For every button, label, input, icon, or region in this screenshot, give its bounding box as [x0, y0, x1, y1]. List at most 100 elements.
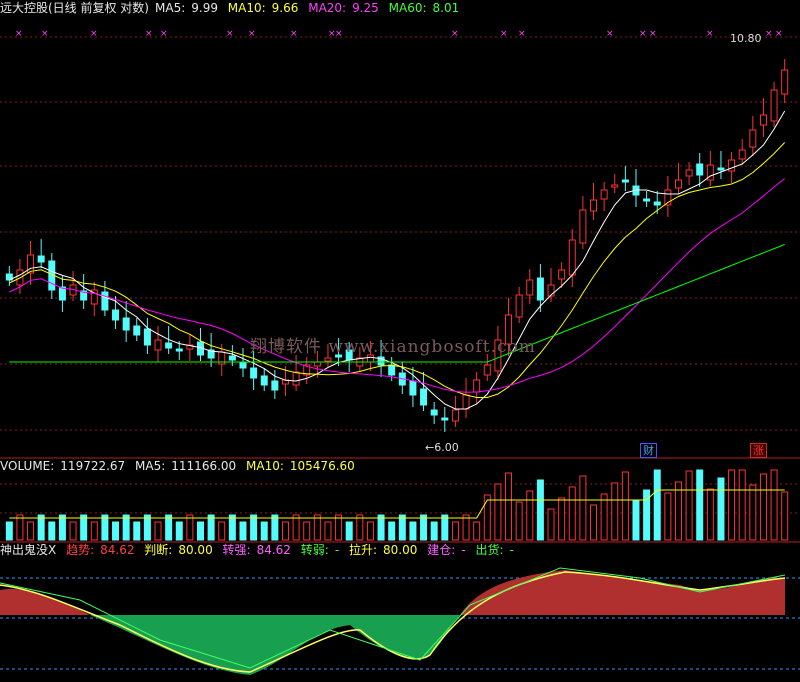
candle-body — [313, 361, 321, 367]
volume-bar — [324, 521, 332, 541]
candle-body — [37, 255, 45, 263]
volume-bar — [260, 521, 268, 541]
signal-x-marker: × — [290, 29, 298, 39]
volume-bar — [356, 514, 364, 541]
volume-bar — [717, 477, 725, 541]
signal-x-marker: × — [90, 29, 98, 39]
volume-bar — [600, 493, 608, 541]
volume-bar — [58, 514, 66, 541]
candle-body — [696, 163, 704, 176]
volume-bar — [335, 514, 343, 541]
volume-bar — [473, 521, 481, 541]
signal-x-marker: × — [500, 29, 508, 39]
candle-body — [558, 269, 566, 280]
volume-bar — [505, 472, 513, 541]
volume-bar — [250, 514, 258, 541]
finance-tag[interactable]: 财 — [640, 443, 657, 458]
volume-bar — [218, 521, 226, 541]
volume-bar — [621, 471, 629, 541]
candle-body — [175, 348, 183, 352]
candle-body — [515, 294, 523, 318]
candle-body — [271, 380, 279, 391]
price-legend: 远大控股(日线 前复权 对数) MA5: 9.99 MA10: 9.66 MA20: 9… — [0, 1, 465, 15]
volume-bar — [632, 500, 640, 541]
candle-body — [154, 339, 162, 351]
signal-x-marker: × — [649, 29, 657, 39]
volume-value: 119722.67 — [60, 459, 126, 473]
volume-bar — [696, 469, 704, 541]
watermark: 翔博软件 www.xiangbosoft.com — [250, 337, 536, 357]
volume-bar — [685, 470, 693, 541]
volume-bar — [303, 521, 311, 541]
volume-bar — [80, 514, 88, 541]
ma5-value: 9.99 — [191, 1, 218, 15]
volume-bar — [112, 521, 120, 541]
candle-body — [430, 409, 438, 416]
ship-label: 出货: — [475, 543, 504, 557]
candle-body — [27, 254, 35, 274]
candle-body — [112, 309, 120, 321]
volume-bar — [483, 494, 491, 541]
low-price-value: 6.00 — [434, 441, 459, 454]
volume-bar — [69, 521, 77, 541]
candle-body — [728, 159, 736, 172]
volume-bar — [611, 482, 619, 541]
volume-bar — [133, 521, 141, 541]
volume-bar — [175, 521, 183, 541]
ma60-value: 8.01 — [432, 1, 460, 15]
judge-label: 判断: — [144, 543, 173, 557]
low-price-marker: ←6.00 — [425, 441, 459, 454]
volume-bar — [207, 514, 215, 541]
build-value: - — [461, 543, 466, 557]
rise-tag[interactable]: 涨 — [750, 443, 767, 458]
ma10-line — [9, 142, 786, 398]
volume-bar — [292, 514, 300, 541]
candle-body — [674, 179, 682, 189]
candle-body — [388, 364, 396, 376]
volume-bar — [430, 521, 438, 541]
candle-body — [473, 379, 481, 393]
volume-bar — [579, 475, 587, 541]
candle-body — [749, 129, 757, 148]
volume-bar — [186, 514, 194, 541]
volume-bar — [122, 514, 130, 541]
candle-body — [239, 361, 247, 369]
candle-body — [441, 417, 449, 421]
signal-x-marker: × — [226, 29, 234, 39]
signal-x-marker: × — [775, 29, 783, 39]
candle-body — [568, 239, 576, 276]
candle-body — [165, 342, 173, 349]
candle-body — [717, 167, 725, 171]
volume-bar — [568, 486, 576, 541]
volume-bar — [653, 469, 661, 541]
volume-bar — [462, 514, 470, 541]
candle-body — [526, 279, 534, 296]
candle-body — [536, 277, 544, 301]
candle-body — [643, 198, 651, 202]
candle-body — [590, 199, 597, 212]
candle-body — [611, 184, 619, 188]
candle-body — [122, 317, 130, 331]
trend-label: 趋势: — [66, 543, 95, 557]
volume-bar — [441, 514, 449, 541]
volume-bar — [366, 521, 374, 541]
candle-body — [101, 291, 109, 311]
strong-label: 转强: — [222, 543, 251, 557]
judge-value: 80.00 — [178, 543, 213, 557]
volume-bar — [239, 521, 247, 541]
signal-x-marker: × — [706, 29, 714, 39]
candle-body — [133, 325, 141, 336]
candle-body — [409, 380, 417, 396]
ma20-value: 9.25 — [352, 1, 379, 15]
candle-body — [462, 394, 470, 410]
volume-bar — [706, 488, 714, 541]
volume-bar — [536, 479, 544, 541]
volume-bar — [515, 501, 523, 541]
volume-bar — [451, 521, 459, 541]
volume-bar — [16, 514, 24, 541]
volume-bar — [558, 497, 566, 541]
candle-body — [58, 286, 66, 301]
weak-value: - — [334, 543, 340, 557]
volume-ma10-value: 105476.60 — [289, 459, 355, 473]
volume-bar — [5, 521, 13, 541]
